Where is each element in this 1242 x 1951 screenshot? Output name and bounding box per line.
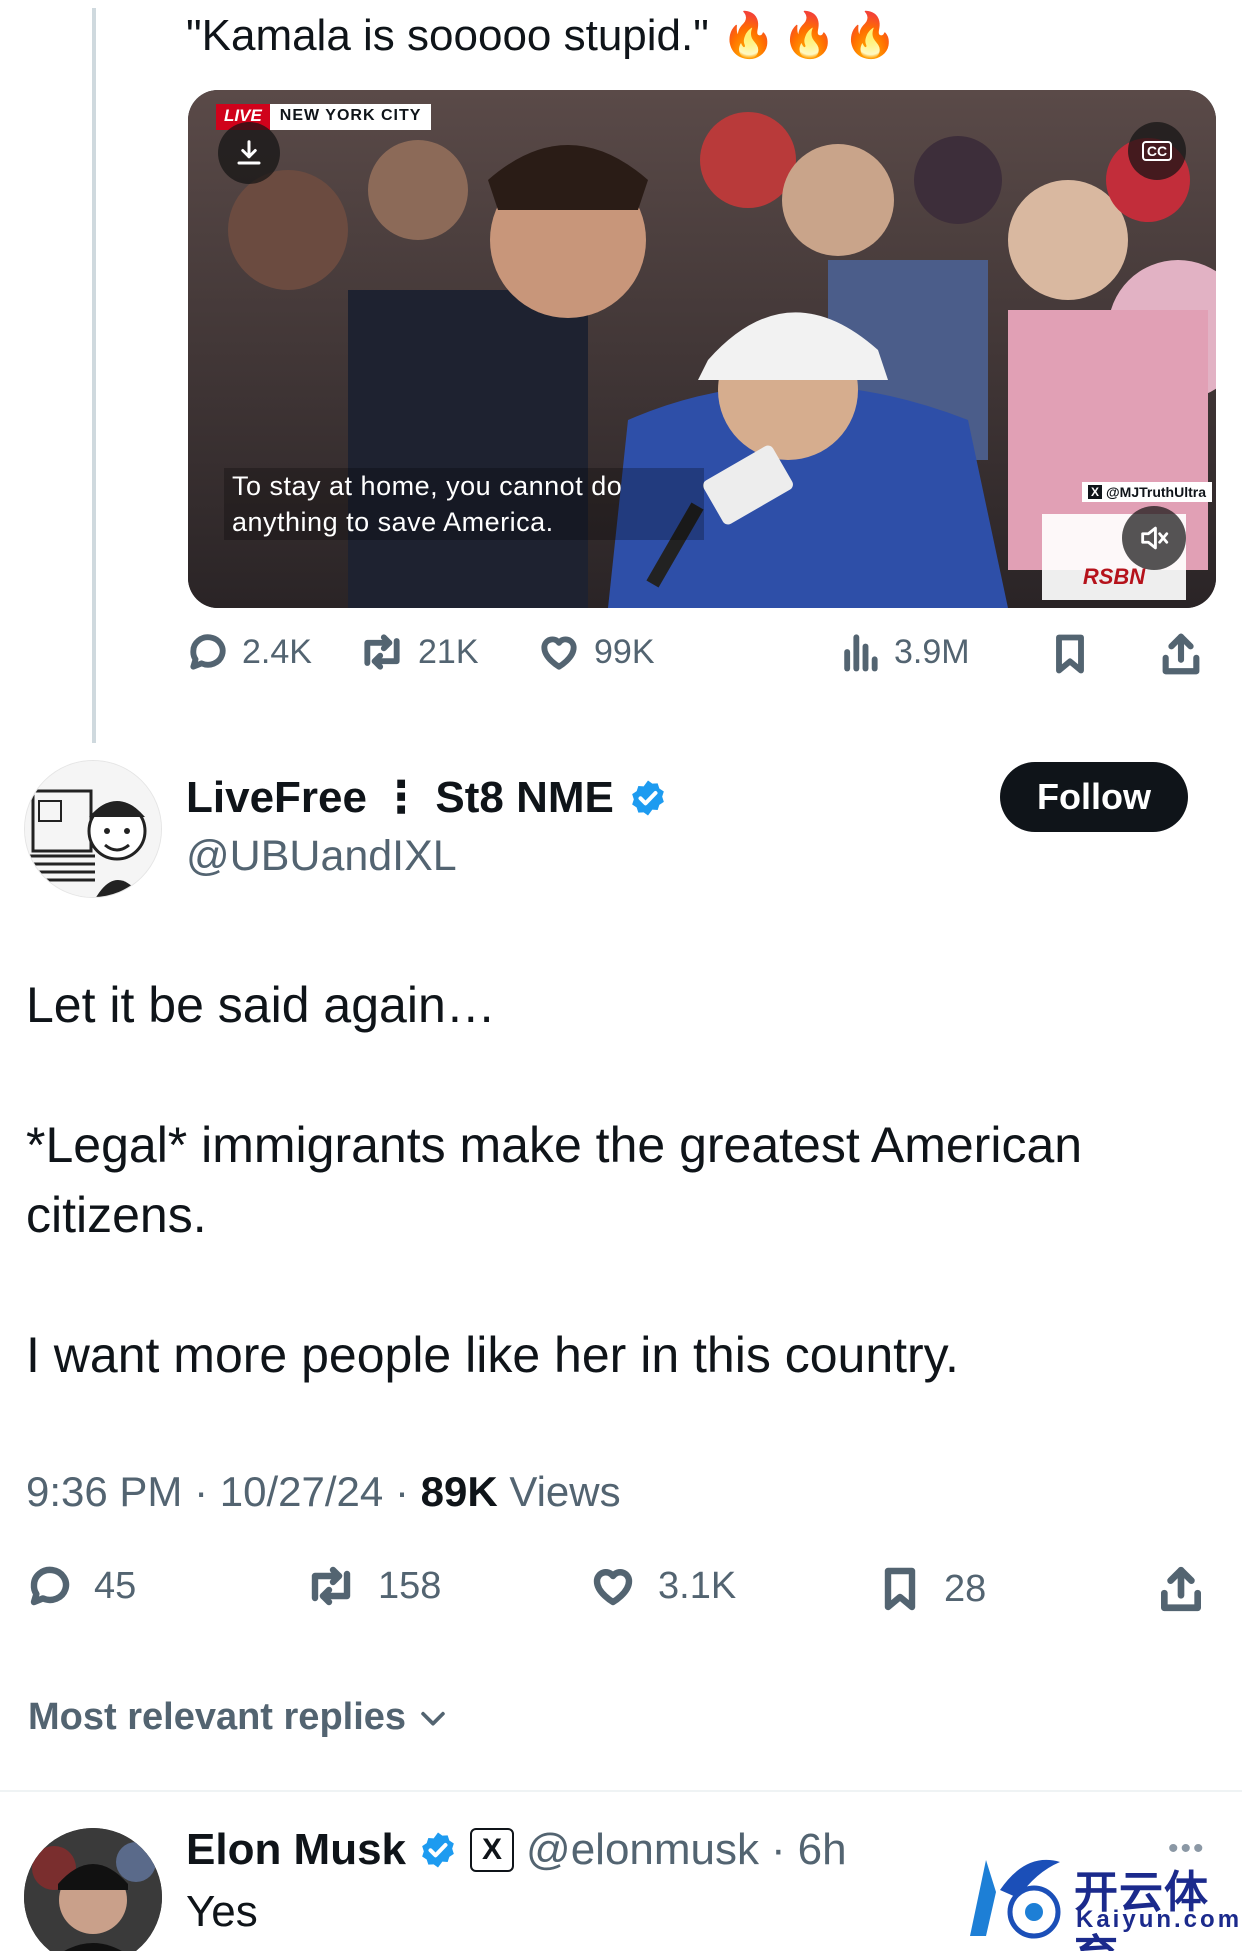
verified-badge-icon [422, 1832, 454, 1868]
reply-author-name[interactable]: Elon Musk [186, 1822, 406, 1878]
reply-avatar-photo [24, 1828, 162, 1951]
reply-separator: · [771, 1825, 786, 1874]
meta-separator: · [394, 1468, 409, 1515]
quoted-like-count: 99K [594, 632, 655, 671]
video-caption: To stay at home, you cannot do anything … [224, 468, 704, 540]
closed-captions-button[interactable]: CC [1128, 122, 1186, 180]
mute-button[interactable] [1122, 506, 1186, 570]
heart-icon [593, 1569, 633, 1606]
quoted-video-player[interactable]: LIVE NEW YORK CITY CC To stay at home, y… [188, 90, 1216, 608]
share-icon [1161, 1566, 1201, 1612]
author-avatar[interactable] [24, 760, 162, 898]
quoted-tweet-actions: 2.4K 21K 99K 3.9M [186, 630, 1216, 686]
quoted-like-action[interactable]: 99K [536, 630, 655, 674]
replies-sort-dropdown[interactable]: Most relevant replies [28, 1696, 450, 1739]
quoted-reply-action[interactable]: 2.4K [186, 630, 312, 674]
share-icon [1162, 633, 1200, 675]
fire-emoji: 🔥🔥🔥 [721, 11, 904, 60]
bookmark-count: 28 [944, 1567, 987, 1610]
bookmark-action[interactable]: 28 [876, 1562, 986, 1616]
author-name[interactable]: LiveFree ⋮ St8 NME [186, 772, 668, 824]
author-display-name: LiveFree ⋮ St8 NME [186, 773, 614, 822]
watermark-cn: 开云体育 [1074, 1868, 1209, 1951]
quoted-repost-action[interactable]: 21K [358, 630, 479, 674]
like-count: 3.1K [658, 1564, 737, 1607]
quoted-bookmark-action[interactable] [1048, 630, 1092, 678]
follow-button[interactable]: Follow [1000, 762, 1188, 832]
reply-header: Elon Musk X @elonmusk · 6h [186, 1822, 847, 1878]
quoted-tweet-body: "Kamala is sooooo stupid." [186, 11, 709, 60]
author-handle[interactable]: @UBUandIXL [186, 830, 457, 882]
reply-icon [30, 1566, 70, 1606]
caption-line-2: anything to save America. [232, 507, 554, 537]
heart-icon [541, 636, 577, 670]
quoted-views-count: 3.9M [894, 632, 970, 671]
reply-author-handle[interactable]: @elonmusk [526, 1822, 759, 1878]
share-action[interactable] [1156, 1562, 1206, 1616]
caption-line-1: To stay at home, you cannot do [232, 471, 623, 501]
reply-text: Yes [186, 1887, 258, 1936]
bookmark-icon [1056, 634, 1084, 674]
x-affiliate-badge-icon: X [470, 1828, 515, 1872]
muted-volume-icon [1141, 526, 1169, 550]
avatar-illustration [25, 761, 161, 897]
reply-count: 45 [94, 1564, 137, 1607]
x-logo-icon: X [1087, 485, 1102, 499]
tweet-line-2: *Legal* immigrants make the greatest Ame… [26, 1117, 1083, 1243]
bookmark-icon [884, 1567, 916, 1611]
meta-separator: · [194, 1468, 209, 1515]
video-watermark: X @MJTruthUltra [1081, 482, 1212, 502]
views-label: Views [509, 1468, 621, 1515]
thread-line [92, 8, 96, 743]
tweet-time[interactable]: 9:36 PM [26, 1468, 182, 1515]
replies-sort-label: Most relevant replies [28, 1696, 407, 1738]
tweet-body: Let it be said again… *Legal* immigrants… [26, 970, 1206, 1390]
views-chart-icon [844, 634, 878, 672]
reply-action[interactable]: 45 [26, 1562, 136, 1610]
site-watermark-logo: 开云体育 Kaiyun.com [956, 1852, 1239, 1951]
watermark-en: Kaiyun.com [1076, 1906, 1242, 1933]
watermark-handle: @MJTruthUltra [1106, 484, 1206, 500]
quoted-tweet-text[interactable]: "Kamala is sooooo stupid." 🔥🔥🔥 [186, 8, 903, 64]
views-count[interactable]: 89K [421, 1468, 498, 1515]
tweet-line-3: I want more people like her in this coun… [26, 1327, 959, 1383]
tweet-meta: 9:36 PM · 10/27/24 · 89K Views [26, 1466, 621, 1518]
repost-icon [364, 634, 400, 670]
tweet-date[interactable]: 10/27/24 [220, 1468, 384, 1515]
quoted-share-action[interactable] [1158, 630, 1204, 678]
closed-captions-icon: CC [1141, 141, 1173, 161]
quoted-views-action[interactable]: 3.9M [838, 630, 970, 674]
quoted-repost-count: 21K [418, 632, 479, 671]
location-label: NEW YORK CITY [269, 104, 432, 130]
download-icon [237, 140, 261, 165]
repost-count: 158 [378, 1564, 442, 1607]
reply-author-avatar[interactable] [24, 1828, 162, 1951]
kaiyun-logo-icon [970, 1859, 1061, 1939]
chevron-down-icon [421, 1711, 445, 1726]
verified-badge-icon [632, 780, 664, 816]
like-action[interactable]: 3.1K [588, 1562, 736, 1610]
reply-time[interactable]: 6h [798, 1822, 847, 1878]
download-button[interactable] [218, 122, 280, 184]
repost-action[interactable]: 158 [304, 1562, 441, 1610]
quoted-reply-count: 2.4K [242, 632, 312, 671]
divider [0, 1790, 1242, 1792]
repost-icon [311, 1566, 351, 1606]
tweet-actions: 45 158 3.1K 28 [26, 1562, 1216, 1632]
reply-icon [190, 634, 226, 670]
tweet-line-1: Let it be said again… [26, 977, 496, 1033]
